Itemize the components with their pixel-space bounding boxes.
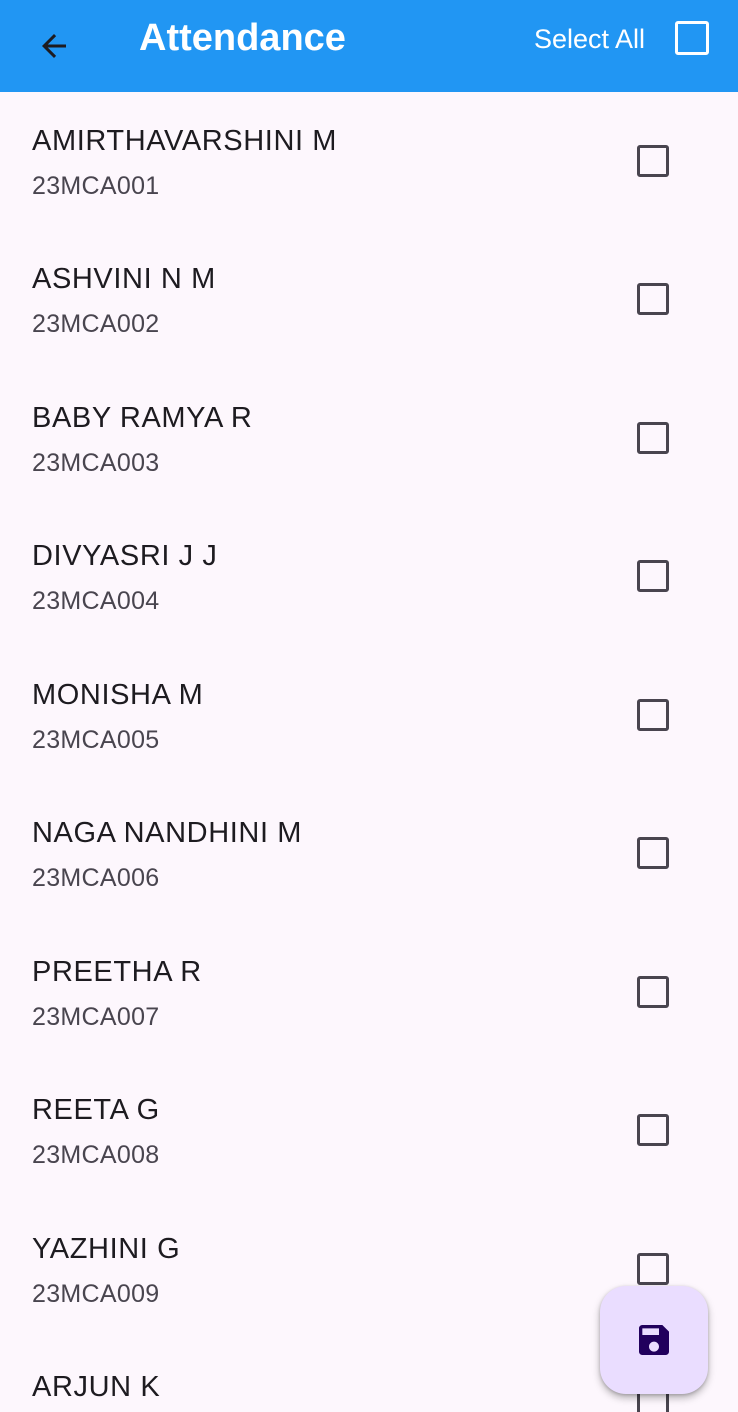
attendance-checkbox[interactable]	[637, 1253, 669, 1285]
arrow-back-icon	[42, 34, 66, 58]
select-all-label[interactable]: Select All	[534, 0, 645, 78]
app-bar: Attendance Select All	[0, 0, 738, 92]
back-button[interactable]	[24, 16, 84, 76]
list-item: PREETHA R 23MCA007	[0, 923, 738, 1061]
list-item: MONISHA M 23MCA005	[0, 646, 738, 784]
student-name: ARJUN K	[32, 1371, 161, 1403]
student-name: ASHVINI N M	[32, 263, 216, 295]
student-name: MONISHA M	[32, 679, 204, 711]
attendance-checkbox[interactable]	[637, 699, 669, 731]
student-name: BABY RAMYA R	[32, 402, 253, 434]
student-name: REETA G	[32, 1094, 160, 1126]
attendance-checkbox[interactable]	[637, 976, 669, 1008]
student-roll: 23MCA009	[32, 1280, 160, 1308]
student-list: AMIRTHAVARSHINI M 23MCA001 ASHVINI N M 2…	[0, 92, 738, 1412]
student-roll: 23MCA008	[32, 1141, 160, 1169]
attendance-checkbox[interactable]	[637, 1391, 669, 1412]
student-name: NAGA NANDHINI M	[32, 817, 303, 849]
save-button[interactable]	[600, 1286, 708, 1394]
student-roll: 23MCA001	[32, 172, 160, 200]
student-name: PREETHA R	[32, 956, 202, 988]
select-all-checkbox[interactable]	[675, 21, 709, 55]
save-icon	[639, 1325, 669, 1355]
student-roll: 23MCA004	[32, 587, 160, 615]
list-item: AMIRTHAVARSHINI M 23MCA001	[0, 92, 738, 230]
student-name: AMIRTHAVARSHINI M	[32, 125, 338, 157]
list-item: REETA G 23MCA008	[0, 1061, 738, 1199]
student-name: DIVYASRI J J	[32, 540, 218, 572]
student-roll: 23MCA005	[32, 726, 160, 754]
attendance-checkbox[interactable]	[637, 560, 669, 592]
attendance-checkbox[interactable]	[637, 145, 669, 177]
attendance-checkbox[interactable]	[637, 283, 669, 315]
list-item: BABY RAMYA R 23MCA003	[0, 369, 738, 507]
student-name: YAZHINI G	[32, 1233, 181, 1265]
list-item: ASHVINI N M 23MCA002	[0, 230, 738, 368]
attendance-checkbox[interactable]	[637, 1114, 669, 1146]
student-roll: 23MCA003	[32, 449, 160, 477]
list-item: DIVYASRI J J 23MCA004	[0, 507, 738, 645]
attendance-checkbox[interactable]	[637, 837, 669, 869]
list-item: NAGA NANDHINI M 23MCA006	[0, 784, 738, 922]
student-roll: 23MCA007	[32, 1003, 160, 1031]
attendance-checkbox[interactable]	[637, 422, 669, 454]
student-roll: 23MCA006	[32, 864, 160, 892]
page-title: Attendance	[139, 17, 346, 59]
student-roll: 23MCA002	[32, 310, 160, 338]
